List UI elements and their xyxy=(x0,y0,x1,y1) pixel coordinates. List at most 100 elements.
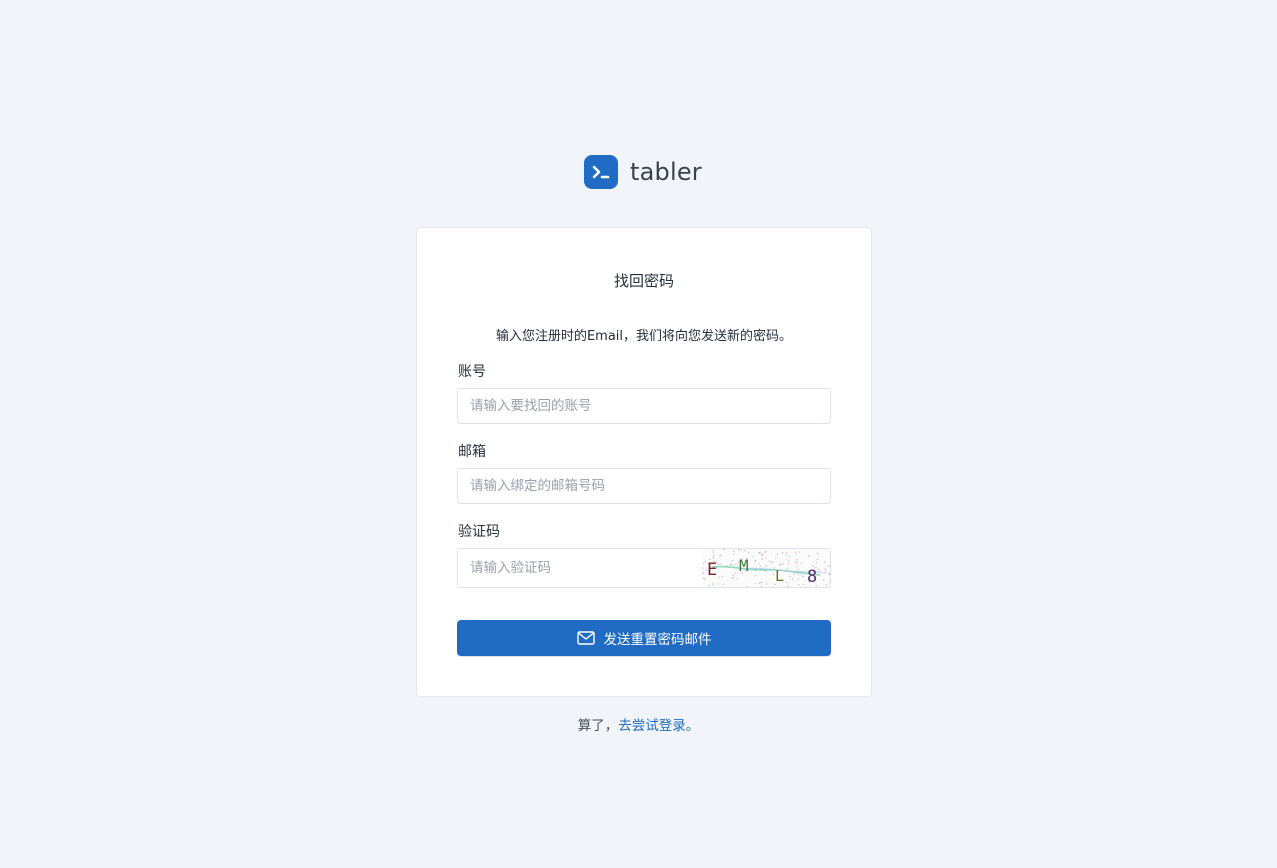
captcha-noise-dot xyxy=(755,583,757,585)
captcha-image[interactable]: E M L 8 xyxy=(702,549,830,587)
captcha-noise-dot xyxy=(762,553,764,555)
captcha-noise-dot xyxy=(788,559,790,561)
captcha-noise-dot xyxy=(786,582,788,584)
captcha-noise-dot xyxy=(712,555,715,557)
captcha-noise-dot xyxy=(723,549,725,551)
captcha-noise-dot xyxy=(816,559,818,561)
login-link[interactable]: 去尝试登录。 xyxy=(618,718,699,734)
captcha-noise-dot xyxy=(785,554,787,556)
captcha-noise-dot xyxy=(731,560,733,562)
captcha-noise-dot xyxy=(796,566,799,568)
brand[interactable]: tabler xyxy=(584,154,702,190)
captcha-noise-dot xyxy=(721,575,723,578)
captcha-noise-dot xyxy=(761,558,763,560)
captcha-noise-dot xyxy=(712,584,714,586)
captcha-noise-dot xyxy=(787,585,789,587)
captcha-noise-dot xyxy=(772,561,774,563)
captcha-noise-dot xyxy=(791,578,793,580)
captcha-noise-dot xyxy=(824,568,826,570)
captcha-noise-dot xyxy=(754,560,756,563)
captcha-noise-dot xyxy=(802,583,804,585)
captcha-noise-dot xyxy=(825,572,827,574)
captcha-noise-dot xyxy=(734,572,736,574)
captcha-noise-dot xyxy=(729,564,731,566)
card-description: 输入您注册时的Email，我们将向您发送新的密码。 xyxy=(495,329,793,344)
captcha-noise-dot xyxy=(824,561,826,563)
captcha-noise-dot xyxy=(720,554,722,556)
captcha-noise-dot xyxy=(748,551,750,554)
email-input[interactable] xyxy=(457,468,831,504)
captcha-noise-dot xyxy=(758,563,760,565)
captcha-noise-dot xyxy=(797,573,799,575)
captcha-noise-dot xyxy=(702,572,704,574)
send-reset-email-button[interactable]: 发送重置密码邮件 xyxy=(457,620,831,656)
captcha-noise-dot xyxy=(786,567,788,569)
captcha-char: E xyxy=(707,560,717,580)
captcha-noise-dot xyxy=(780,563,782,565)
captcha-graphic: E M L 8 xyxy=(702,549,830,587)
captcha-noise-dot xyxy=(798,584,800,586)
captcha-noise-dot xyxy=(795,552,797,555)
captcha-noise-dot xyxy=(829,581,830,583)
captcha-noise-dot xyxy=(732,574,734,576)
captcha-noise-dot xyxy=(720,563,722,565)
captcha-noise-dot xyxy=(733,550,735,553)
captcha-noise-dot xyxy=(717,583,719,585)
captcha-char: 8 xyxy=(807,567,817,587)
account-input[interactable] xyxy=(457,388,831,424)
captcha-noise-dot xyxy=(815,562,817,564)
captcha-noise-dot xyxy=(823,579,825,581)
captcha-noise-dot xyxy=(744,550,746,552)
captcha-label: 验证码 xyxy=(458,524,500,540)
captcha-noise-dot xyxy=(776,554,779,556)
captcha-noise-dot xyxy=(761,554,763,557)
captcha-char: L xyxy=(775,567,784,585)
captcha-noise-dot xyxy=(712,551,714,553)
captcha-noise-dot xyxy=(764,551,766,553)
captcha-noise-dot xyxy=(788,562,790,564)
captcha-noise-dot xyxy=(826,584,828,586)
captcha-noise-dot xyxy=(754,574,756,577)
brand-name: tabler xyxy=(630,158,702,186)
captcha-noise-dot xyxy=(738,549,740,551)
captcha-noise-dot xyxy=(746,586,748,587)
captcha-noise-dot xyxy=(702,562,705,564)
footer-prefix: 算了， xyxy=(577,718,619,734)
captcha-group: E M L 8 xyxy=(457,548,831,588)
captcha-noise-dot xyxy=(818,569,820,571)
captcha-noise-dot xyxy=(803,575,805,578)
captcha-noise-dot xyxy=(726,564,728,567)
captcha-noise-dot xyxy=(793,573,795,575)
captcha-noise-dot xyxy=(765,557,767,559)
captcha-noise-dot xyxy=(731,577,733,579)
captcha-noise-dot xyxy=(800,562,803,564)
account-label: 账号 xyxy=(458,364,486,380)
reset-password-card: 找回密码 输入您注册时的Email，我们将向您发送新的密码。 账号 邮箱 验证码… xyxy=(416,227,872,697)
captcha-noise-dot xyxy=(797,569,799,571)
send-reset-email-label: 发送重置密码邮件 xyxy=(603,632,712,648)
captcha-noise-dot xyxy=(781,552,784,554)
captcha-noise-dot xyxy=(759,565,761,567)
captcha-noise-dot xyxy=(758,582,760,584)
captcha-noise-dot xyxy=(760,581,763,584)
captcha-noise-dot xyxy=(788,555,790,557)
captcha-noise-dot xyxy=(769,561,771,563)
captcha-noise-dot xyxy=(703,577,705,579)
mail-icon xyxy=(576,631,595,645)
captcha-noise-dot xyxy=(730,563,732,565)
footer-login-prompt: 算了，去尝试登录。 xyxy=(0,714,1277,734)
captcha-noise-dot xyxy=(702,567,704,569)
captcha-noise-dot xyxy=(765,583,768,585)
captcha-input[interactable] xyxy=(458,549,703,587)
captcha-noise-dot xyxy=(796,561,798,563)
captcha-noise-dot xyxy=(794,561,796,563)
captcha-noise-dot xyxy=(713,557,715,559)
captcha-noise-dot xyxy=(796,559,798,561)
captcha-noise-dot xyxy=(760,585,762,587)
captcha-noise-dot xyxy=(798,578,800,580)
captcha-noise-dot xyxy=(736,578,738,580)
captcha-noise-dot xyxy=(718,576,720,578)
captcha-noise-dot xyxy=(817,553,819,555)
captcha-noise-dot xyxy=(828,565,830,568)
captcha-noise-dot xyxy=(759,552,761,554)
